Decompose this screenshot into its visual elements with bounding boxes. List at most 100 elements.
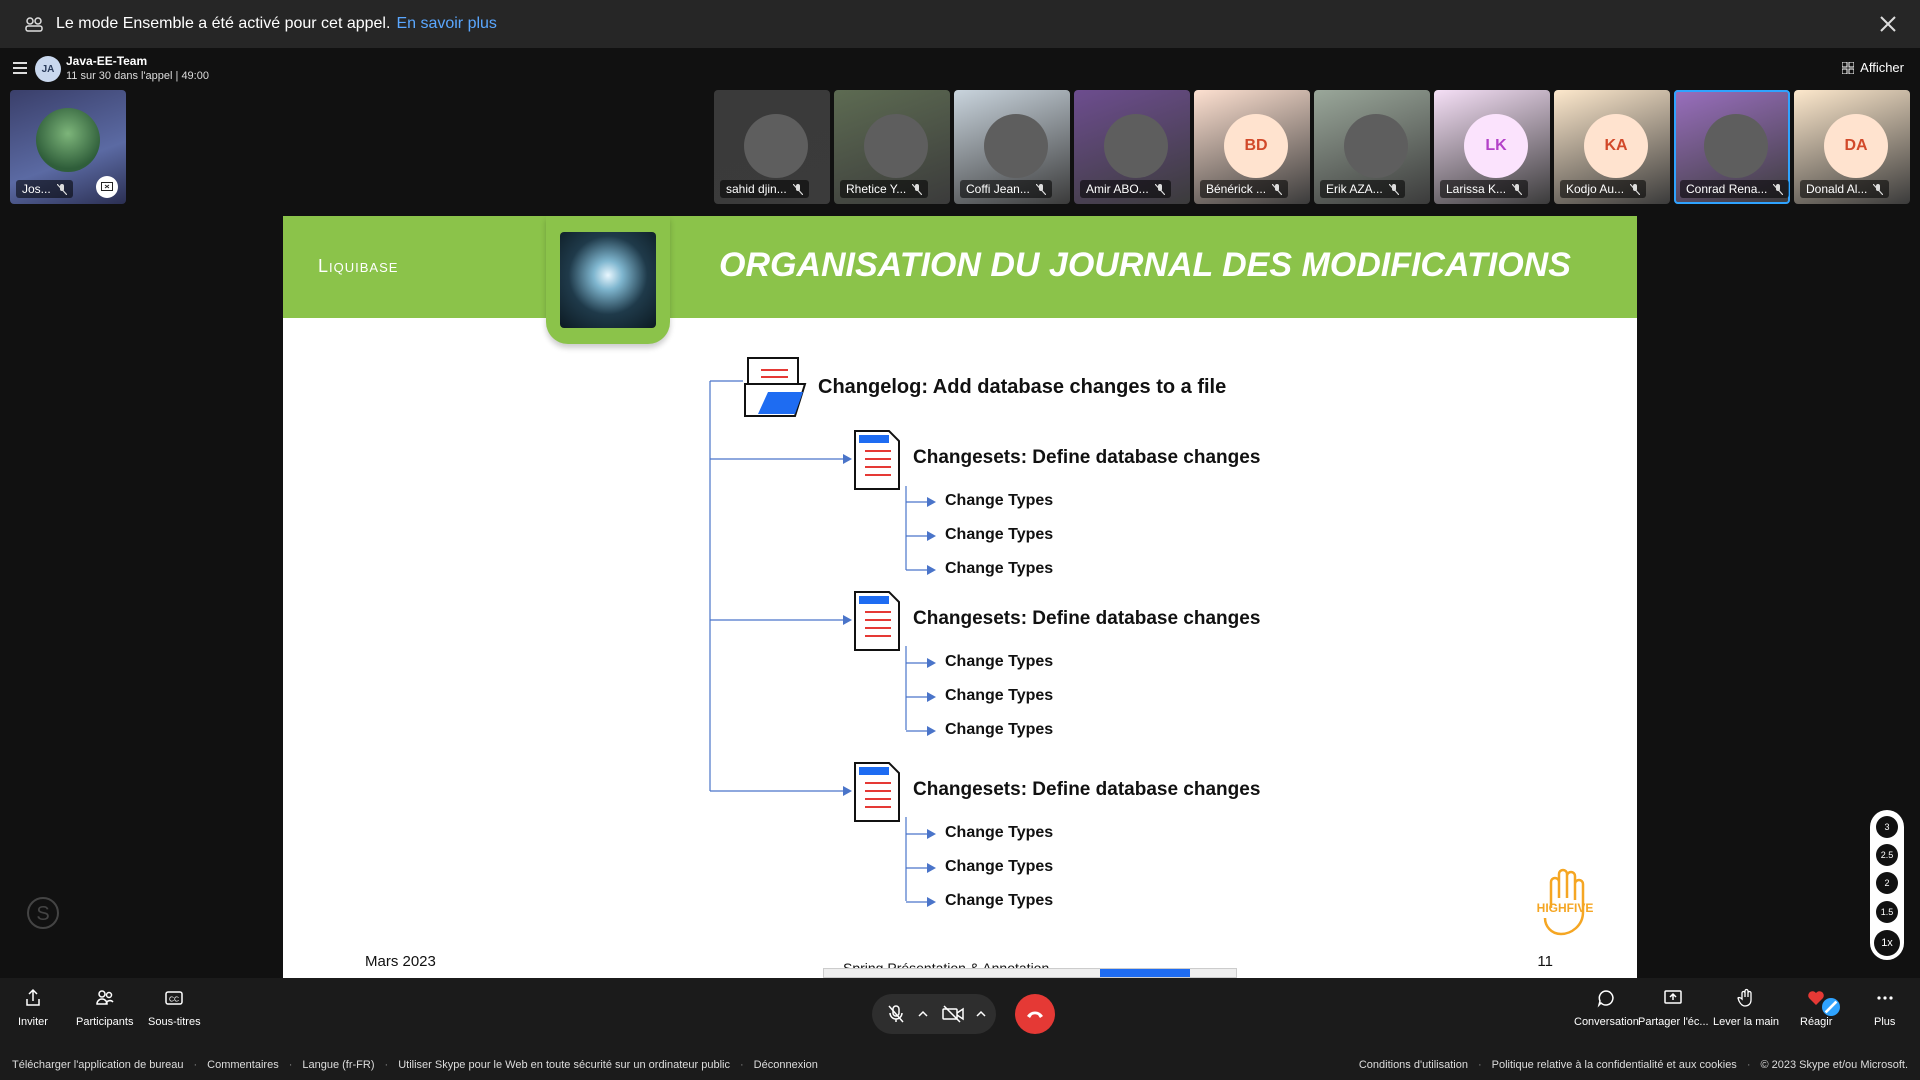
participants-label: Participants (76, 1016, 134, 1028)
call-toolbar: Inviter Participants CC Sous-titres Conv… (0, 978, 1920, 1050)
participant-caption: Bénérick ... (1200, 180, 1289, 198)
change-type-label: Change Types (945, 858, 1054, 875)
mic-off-icon (1154, 183, 1165, 195)
invite-button[interactable]: Inviter (18, 988, 48, 1028)
zoom-2-button[interactable]: 2 (1876, 872, 1898, 894)
captions-icon: CC (165, 991, 184, 1005)
share-screen-icon (1664, 990, 1683, 1004)
afficher-label: Afficher (1860, 60, 1904, 75)
footer-link-privacy[interactable]: Politique relative à la confidentialité … (1492, 1059, 1737, 1071)
call-status: 11 sur 30 dans l'appel | 49:00 (66, 70, 209, 82)
mic-camera-controls (872, 994, 996, 1034)
chevron-up-icon[interactable] (918, 1010, 928, 1018)
learn-more-link[interactable]: En savoir plus (396, 15, 497, 33)
participant-tile[interactable]: KA Kodjo Au... (1554, 90, 1670, 204)
footer-link-safe-use[interactable]: Utiliser Skype pour le Web en toute sécu… (398, 1059, 730, 1071)
subtitles-button[interactable]: CC Sous-titres (148, 988, 201, 1028)
participant-name: sahid djin... (726, 182, 787, 196)
group-name[interactable]: Java-EE-Team (66, 54, 147, 68)
participant-tile[interactable]: BD Bénérick ... (1194, 90, 1310, 204)
shared-slide: Liquibase ORGANISATION DU JOURNAL DES MO… (283, 216, 1637, 978)
footer-link-logout[interactable]: Déconnexion (754, 1059, 818, 1071)
participant-caption: Larissa K... (1440, 180, 1529, 198)
highfive-logo: HIGHFIVE (1537, 868, 1594, 936)
participant-name: Rhetice Y... (846, 182, 907, 196)
participant-name: Erik AZA... (1326, 182, 1383, 196)
mic-off-icon (1272, 183, 1283, 195)
change-type-label: Change Types (945, 892, 1054, 909)
group-avatar[interactable]: JA (35, 56, 61, 82)
participant-tile[interactable]: Coffi Jean... (954, 90, 1070, 204)
subtitles-label: Sous-titres (148, 1016, 201, 1028)
avatar (744, 114, 808, 178)
footer-link-terms[interactable]: Conditions d'utilisation (1359, 1059, 1468, 1071)
banner-text: Le mode Ensemble a été activé pour cet a… (56, 15, 391, 32)
footer-link-download[interactable]: Télécharger l'application de bureau (12, 1059, 184, 1071)
slide-date: Mars 2023 (365, 953, 436, 970)
zoom-3-button[interactable]: 3 (1876, 816, 1898, 838)
avatar (864, 114, 928, 178)
zoom-2-5-button[interactable]: 2.5 (1876, 844, 1898, 866)
zoom-1-5-button[interactable]: 1.5 (1876, 901, 1898, 923)
camera-off-icon[interactable] (942, 1005, 964, 1023)
annotation-toolbar[interactable] (823, 968, 1237, 978)
react-button[interactable]: Réagir (1800, 988, 1840, 1028)
share-screen-button[interactable]: Partager l'éc... (1638, 988, 1709, 1028)
participant-tile[interactable]: Amir ABO... (1074, 90, 1190, 204)
hand-icon (1737, 988, 1752, 1007)
self-video-tile[interactable]: Jos... (10, 90, 126, 204)
participants-button[interactable]: Participants (76, 988, 133, 1028)
participant-tile[interactable]: Conrad Rena... (1674, 90, 1790, 204)
chevron-up-icon[interactable] (976, 1010, 986, 1018)
folder-icon (744, 357, 807, 417)
change-type-label: Change Types (945, 687, 1054, 704)
participant-tile[interactable]: sahid djin... (714, 90, 830, 204)
footer-link-language[interactable]: Langue (fr-FR) (302, 1059, 374, 1071)
changelog-label: Changelog: Add database changes to a fil… (818, 376, 1227, 398)
close-icon[interactable] (1878, 14, 1898, 34)
participant-tile[interactable]: Rhetice Y... (834, 90, 950, 204)
changeset-label: Changesets: Define database changes (913, 608, 1261, 629)
participant-name: Larissa K... (1446, 182, 1507, 196)
mic-off-icon (1512, 183, 1523, 195)
change-type-label: Change Types (945, 653, 1054, 670)
more-button[interactable]: Plus (1874, 988, 1895, 1028)
change-type-label: Change Types (945, 492, 1054, 509)
mic-off-icon (1773, 183, 1784, 195)
end-call-button[interactable] (1015, 994, 1055, 1034)
avatar: DA (1824, 114, 1888, 178)
svg-text:HIGHFIVE: HIGHFIVE (1537, 901, 1594, 915)
participant-caption: Amir ABO... (1080, 180, 1171, 198)
participant-tile[interactable]: Erik AZA... (1314, 90, 1430, 204)
mic-off-icon (1035, 183, 1046, 195)
change-type-label: Change Types (945, 526, 1054, 543)
conversation-label: Conversation (1574, 1016, 1639, 1028)
footer-copyright: © 2023 Skype et/ou Microsoft. (1760, 1059, 1908, 1071)
invite-label: Inviter (18, 1016, 48, 1028)
svg-text:CC: CC (169, 997, 179, 1004)
raise-hand-button[interactable]: Lever la main (1713, 988, 1779, 1028)
screen-share-icon[interactable] (96, 176, 118, 198)
change-type-label: Change Types (945, 721, 1054, 738)
more-icon (1877, 996, 1893, 1000)
mic-off-icon[interactable] (886, 1004, 906, 1024)
chat-icon (1598, 990, 1615, 1008)
mic-off-icon (1630, 183, 1641, 195)
participant-name: Bénérick ... (1206, 182, 1267, 196)
afficher-button[interactable]: Afficher (1842, 60, 1904, 75)
avatar (1104, 114, 1168, 178)
people-icon (25, 17, 43, 32)
avatar: LK (1464, 114, 1528, 178)
participant-tile[interactable]: DA Donald Al... (1794, 90, 1910, 204)
participant-name: Conrad Rena... (1686, 182, 1768, 196)
hangup-icon (1027, 1011, 1043, 1018)
footer-link-feedback[interactable]: Commentaires (207, 1059, 279, 1071)
menu-icon[interactable] (13, 62, 27, 74)
participant-tile[interactable]: LK Larissa K... (1434, 90, 1550, 204)
participant-caption: Kodjo Au... (1560, 180, 1647, 198)
self-caption: Jos... (16, 180, 73, 198)
zoom-1x-button[interactable]: 1x (1874, 930, 1900, 956)
mic-off-icon (1873, 183, 1884, 195)
mic-off-icon (912, 183, 923, 195)
conversation-button[interactable]: Conversation (1574, 988, 1639, 1028)
